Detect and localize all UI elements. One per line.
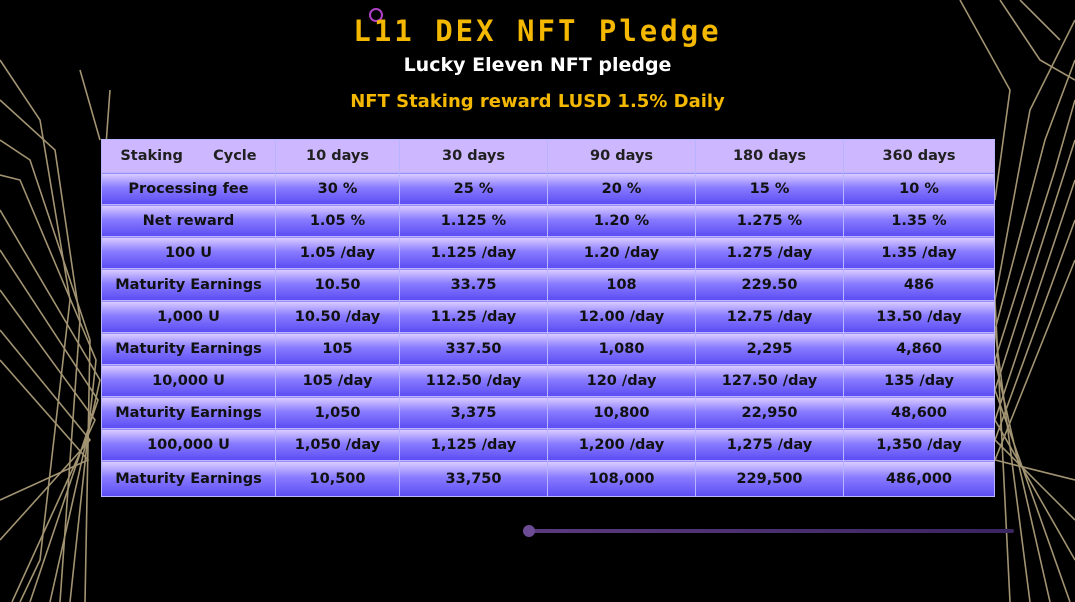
row-label: Net reward xyxy=(101,204,276,237)
reward-rate-text: NFT Staking reward LUSD 1.5% Daily xyxy=(350,91,725,112)
table-cell: 229,500 xyxy=(695,460,844,497)
table-row: Maturity Earnings 1,050 3,375 10,800 22,950 4… xyxy=(101,396,995,429)
table-cell: 1,050 xyxy=(275,396,400,429)
table-cell: 337.50 xyxy=(399,332,548,365)
table-cell: 1.125 /day xyxy=(399,236,548,269)
row-label: Maturity Earnings xyxy=(101,268,276,301)
table-cell: 12.00 /day xyxy=(547,300,696,333)
table-cell: 22,950 xyxy=(695,396,844,429)
table-cell: 33.75 xyxy=(399,268,548,301)
column-header: 30 days xyxy=(399,139,548,173)
table-cell: 48,600 xyxy=(843,396,995,429)
row-label: Maturity Earnings xyxy=(101,332,276,365)
page-subtitle: Lucky Eleven NFT pledge xyxy=(403,54,672,76)
table-row: Net reward 1.05 % 1.125 % 1.20 % 1.275 % 1.35… xyxy=(101,204,995,237)
column-header: 360 days xyxy=(843,139,995,173)
table-cell: 135 /day xyxy=(843,364,995,397)
table-cell: 1.05 % xyxy=(275,204,400,237)
column-header: 180 days xyxy=(695,139,844,173)
table-row: 1,000 U 10.50 /day 11.25 /day 12.00 /day 12.… xyxy=(101,300,995,333)
decorative-bar xyxy=(528,529,1014,533)
table-row: Maturity Earnings 10,500 33,750 108,000 229,… xyxy=(101,460,995,497)
table-cell: 108 xyxy=(547,268,696,301)
table-cell: 105 /day xyxy=(275,364,400,397)
column-header: 90 days xyxy=(547,139,696,173)
table-cell: 11.25 /day xyxy=(399,300,548,333)
table-cell: 1.35 % xyxy=(843,204,995,237)
table-cell: 10,800 xyxy=(547,396,696,429)
table-cell: 25 % xyxy=(399,172,548,205)
table-cell: 1,275 /day xyxy=(695,428,844,461)
table-cell: 1,200 /day xyxy=(547,428,696,461)
table-cell: 1,050 /day xyxy=(275,428,400,461)
table-cell: 120 /day xyxy=(547,364,696,397)
row-label: 100,000 U xyxy=(101,428,276,461)
table-row: Maturity Earnings 105 337.50 1,080 2,295 4,86… xyxy=(101,332,995,365)
table-cell: 1.275 /day xyxy=(695,236,844,269)
column-header: Staking Cycle xyxy=(101,139,276,173)
table-cell: 486,000 xyxy=(843,460,995,497)
table-cell: 1.275 % xyxy=(695,204,844,237)
table-row: 100 U 1.05 /day 1.125 /day 1.20 /day 1.275 /… xyxy=(101,236,995,269)
table-cell: 229.50 xyxy=(695,268,844,301)
table-cell: 10.50 /day xyxy=(275,300,400,333)
table-cell: 15 % xyxy=(695,172,844,205)
table-cell: 1.20 % xyxy=(547,204,696,237)
table-cell: 10.50 xyxy=(275,268,400,301)
decorative-knob xyxy=(523,525,535,537)
row-label: 10,000 U xyxy=(101,364,276,397)
table-cell: 105 xyxy=(275,332,400,365)
table-cell: 1.20 /day xyxy=(547,236,696,269)
row-label: 1,000 U xyxy=(101,300,276,333)
table-row: Processing fee 30 % 25 % 20 % 15 % 10 % xyxy=(101,172,995,205)
table-cell: 1,125 /day xyxy=(399,428,548,461)
table-cell: 1,080 xyxy=(547,332,696,365)
table-cell: 12.75 /day xyxy=(695,300,844,333)
table-cell: 108,000 xyxy=(547,460,696,497)
table-row: Maturity Earnings 10.50 33.75 108 229.50 486 xyxy=(101,268,995,301)
table-cell: 127.50 /day xyxy=(695,364,844,397)
table-row: 10,000 U 105 /day 112.50 /day 120 /day 127.5… xyxy=(101,364,995,397)
table-cell: 30 % xyxy=(275,172,400,205)
row-label: Maturity Earnings xyxy=(101,460,276,497)
table-cell: 1,350 /day xyxy=(843,428,995,461)
table-cell: 486 xyxy=(843,268,995,301)
table-cell: 1.125 % xyxy=(399,204,548,237)
page-title: L11 DEX NFT Pledge xyxy=(353,14,722,48)
table-cell: 4,860 xyxy=(843,332,995,365)
column-header: 10 days xyxy=(275,139,400,173)
table-cell: 2,295 xyxy=(695,332,844,365)
table-cell: 10,500 xyxy=(275,460,400,497)
row-label: 100 U xyxy=(101,236,276,269)
row-label: Processing fee xyxy=(101,172,276,205)
table-cell: 3,375 xyxy=(399,396,548,429)
table-cell: 1.05 /day xyxy=(275,236,400,269)
table-cell: 33,750 xyxy=(399,460,548,497)
table-cell: 1.35 /day xyxy=(843,236,995,269)
staking-rate-table: Staking Cycle 10 days 30 days 90 days 180 da… xyxy=(101,139,995,497)
row-label: Maturity Earnings xyxy=(101,396,276,429)
table-header-row: Staking Cycle 10 days 30 days 90 days 180 da… xyxy=(101,139,995,173)
table-cell: 20 % xyxy=(547,172,696,205)
table-cell: 112.50 /day xyxy=(399,364,548,397)
table-cell: 10 % xyxy=(843,172,995,205)
table-cell: 13.50 /day xyxy=(843,300,995,333)
table-row: 100,000 U 1,050 /day 1,125 /day 1,200 /day 1… xyxy=(101,428,995,461)
